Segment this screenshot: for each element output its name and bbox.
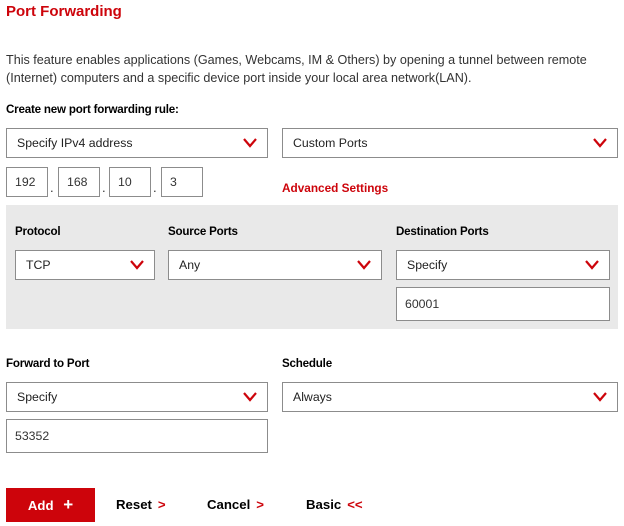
page-description: This feature enables applications (Games…	[6, 53, 587, 85]
chevron-down-icon	[585, 260, 599, 270]
chevron-right-icon: >	[157, 497, 166, 512]
ip-separator-dot: .	[50, 180, 54, 195]
address-type-value: Specify IPv4 address	[17, 136, 133, 150]
schedule-label: Schedule	[282, 357, 332, 370]
advanced-settings-link[interactable]: Advanced Settings	[282, 181, 388, 195]
ip-octet-2[interactable]: 168	[58, 167, 100, 197]
reset-button[interactable]: Reset >	[116, 497, 166, 512]
create-rule-label: Create new port forwarding rule:	[6, 103, 179, 116]
protocol-label: Protocol	[15, 225, 61, 238]
ip-octet-4[interactable]: 3	[161, 167, 203, 197]
chevron-right-icon: >	[256, 497, 264, 512]
destination-ports-label: Destination Ports	[396, 225, 489, 238]
cancel-button-label: Cancel	[207, 497, 251, 512]
schedule-select[interactable]: Always	[282, 382, 618, 412]
basic-button-label: Basic	[306, 497, 342, 512]
destination-ports-select[interactable]: Specify	[396, 250, 610, 280]
ip-octet-1[interactable]: 192	[6, 167, 48, 197]
plus-icon: +	[63, 495, 74, 514]
add-button-label: Add	[27, 498, 54, 513]
add-button[interactable]: Add +	[6, 488, 95, 522]
source-ports-value: Any	[179, 258, 201, 272]
ip-octet-3[interactable]: 10	[109, 167, 151, 197]
source-ports-label: Source Ports	[168, 225, 238, 238]
page-title: Port Forwarding	[6, 3, 122, 20]
forward-port-input[interactable]: 53352	[6, 419, 268, 453]
forward-port-select-value: Specify	[17, 390, 58, 404]
cancel-button[interactable]: Cancel >	[207, 497, 264, 512]
chevron-down-icon	[243, 392, 257, 402]
chevron-down-icon	[357, 260, 371, 270]
protocol-value: TCP	[26, 258, 51, 272]
forward-to-port-label: Forward to Port	[6, 357, 90, 370]
address-type-select[interactable]: Specify IPv4 address	[6, 128, 268, 158]
schedule-value: Always	[293, 390, 332, 404]
double-chevron-left-icon: <<	[347, 497, 363, 512]
chevron-down-icon	[243, 138, 257, 148]
destination-port-input[interactable]: 60001	[396, 287, 610, 321]
chevron-down-icon	[593, 392, 607, 402]
ports-type-select[interactable]: Custom Ports	[282, 128, 618, 158]
source-ports-select[interactable]: Any	[168, 250, 382, 280]
ip-separator-dot: .	[102, 180, 106, 195]
ip-separator-dot: .	[153, 180, 157, 195]
destination-ports-value: Specify	[407, 258, 448, 272]
reset-button-label: Reset	[116, 497, 152, 512]
chevron-down-icon	[593, 138, 607, 148]
protocol-select[interactable]: TCP	[15, 250, 155, 280]
forward-port-select[interactable]: Specify	[6, 382, 268, 412]
ports-type-value: Custom Ports	[293, 136, 368, 150]
basic-button[interactable]: Basic <<	[306, 497, 363, 512]
chevron-down-icon	[130, 260, 144, 270]
